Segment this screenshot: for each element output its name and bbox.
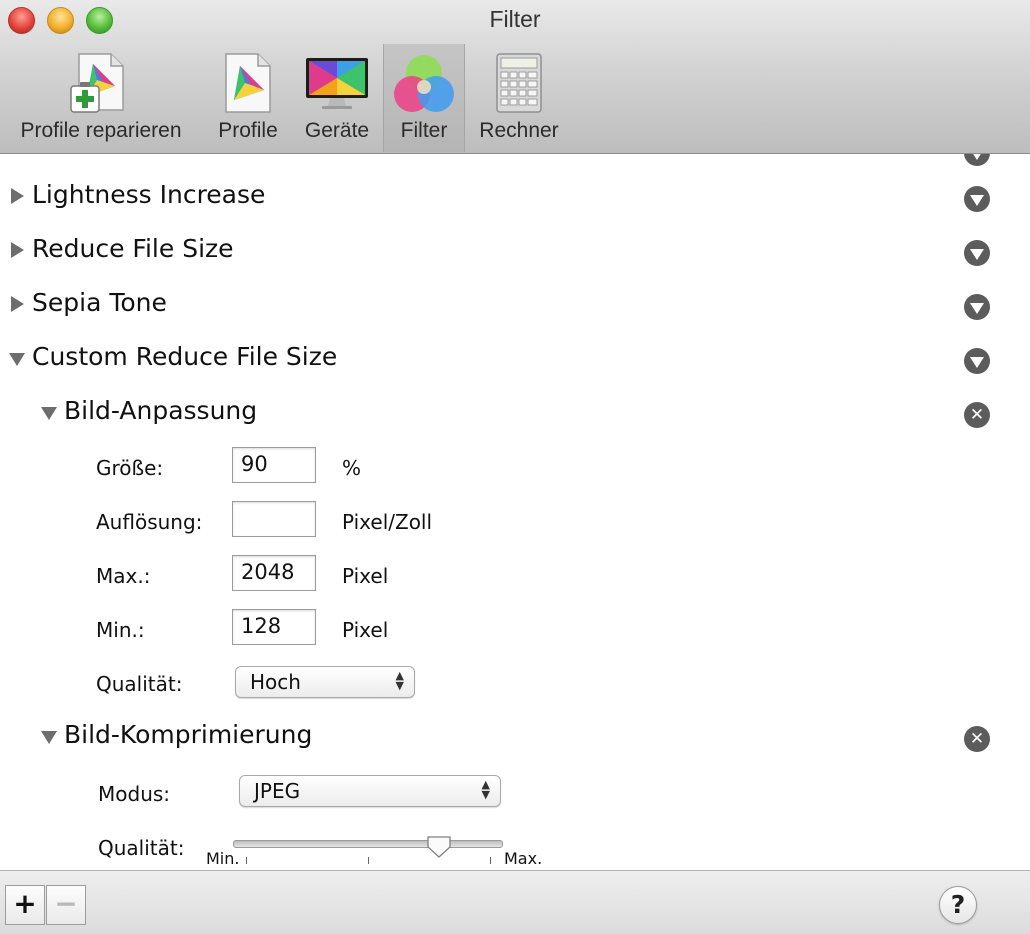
calculator-icon — [496, 53, 542, 113]
disclosure-collapsed-icon[interactable] — [11, 188, 24, 204]
quality-popup-value: Hoch — [250, 670, 301, 694]
slider-knob[interactable] — [426, 835, 452, 859]
toolbar-profiles[interactable]: Profile — [206, 44, 290, 152]
size-unit: % — [342, 456, 362, 480]
filter-row[interactable]: Custom Reduce File Size — [0, 334, 1030, 388]
filter-options-button[interactable] — [964, 348, 990, 374]
toolbar-label: Profile — [218, 119, 278, 142]
bottom-bar: + − ? — [0, 870, 1030, 934]
toolbar-devices[interactable]: Geräte — [296, 44, 378, 152]
min-label: Min.: — [96, 618, 145, 642]
quality-popup[interactable]: Hoch ▲ ▼ — [235, 666, 415, 698]
filter-name: Lightness Increase — [32, 180, 266, 209]
toolbar-calculator[interactable]: Rechner — [470, 44, 568, 152]
color-profile-icon — [225, 53, 271, 113]
toolbar-label: Geräte — [304, 119, 370, 142]
window-title: Filter — [489, 6, 541, 32]
section-title: Bild-Komprimierung — [64, 720, 313, 749]
slider-max-label: Max. — [504, 849, 543, 868]
slider-min-label: Min. — [206, 849, 240, 868]
filter-list[interactable]: Lightness Increase Reduce File Size Sepi… — [0, 154, 1030, 870]
slider-tick — [490, 857, 491, 864]
slider-tick — [246, 857, 247, 864]
max-input[interactable]: 2048 — [232, 555, 316, 591]
color-filter-icon — [394, 55, 454, 112]
resolution-input[interactable] — [232, 501, 316, 537]
filter-name: Sepia Tone — [32, 288, 167, 317]
min-input[interactable]: 128 — [232, 609, 316, 645]
mode-popup-value: JPEG — [254, 779, 301, 803]
mode-label: Modus: — [98, 782, 171, 806]
section-title: Bild-Anpassung — [64, 396, 258, 425]
window-toolbar: Filter Profile reparieren Profile Geräte… — [0, 0, 1030, 154]
max-label: Max.: — [96, 564, 151, 588]
mode-popup[interactable]: JPEG ▲ ▼ — [239, 775, 501, 807]
size-input[interactable]: 90 — [232, 447, 316, 483]
disclosure-expanded-icon[interactable] — [41, 731, 57, 744]
add-filter-button[interactable]: + — [5, 885, 45, 925]
help-button[interactable]: ? — [939, 886, 977, 924]
filter-name: Custom Reduce File Size — [32, 342, 338, 371]
filter-options-button[interactable] — [964, 186, 990, 212]
resolution-label: Auflösung: — [96, 510, 203, 534]
slider-track[interactable] — [233, 840, 503, 848]
disclosure-collapsed-icon[interactable] — [11, 242, 24, 258]
filter-row[interactable]: Reduce File Size — [0, 226, 1030, 280]
remove-filter-button[interactable]: − — [46, 885, 86, 925]
display-device-icon — [306, 58, 368, 109]
image-compression-header[interactable]: Bild-Komprimierung ✕ — [0, 712, 1030, 766]
max-unit: Pixel — [342, 564, 389, 588]
toolbar-label: Rechner — [479, 119, 559, 142]
disclosure-expanded-icon[interactable] — [41, 407, 57, 420]
filter-row[interactable]: Lightness Increase — [0, 172, 1030, 226]
resolution-unit: Pixel/Zoll — [342, 510, 433, 534]
image-adjustment-header[interactable]: Bild-Anpassung ✕ — [0, 388, 1030, 442]
disclosure-collapsed-icon[interactable] — [11, 296, 24, 312]
quality-label: Qualität: — [96, 672, 183, 696]
filter-options-button[interactable] — [964, 154, 990, 166]
compression-quality-label: Qualität: — [98, 836, 185, 860]
toolbar-label: Filter — [400, 119, 448, 142]
size-label: Größe: — [96, 456, 164, 480]
toolbar-profile-repair[interactable]: Profile reparieren — [4, 44, 198, 152]
slider-tick — [368, 857, 369, 864]
remove-section-button[interactable]: ✕ — [964, 726, 990, 752]
profile-repair-icon — [70, 53, 124, 113]
updown-arrows-icon: ▲ ▼ — [395, 669, 404, 692]
filter-options-button[interactable] — [964, 294, 990, 320]
toolbar-label: Profile reparieren — [20, 119, 182, 142]
min-unit: Pixel — [342, 618, 389, 642]
filter-row[interactable]: Sepia Tone — [0, 280, 1030, 334]
toolbar-filter[interactable]: Filter — [383, 44, 465, 152]
filter-options-button[interactable] — [964, 240, 990, 266]
remove-section-button[interactable]: ✕ — [964, 402, 990, 428]
disclosure-expanded-icon[interactable] — [9, 353, 25, 366]
updown-arrows-icon: ▲ ▼ — [481, 778, 490, 801]
filter-name: Reduce File Size — [32, 234, 234, 263]
